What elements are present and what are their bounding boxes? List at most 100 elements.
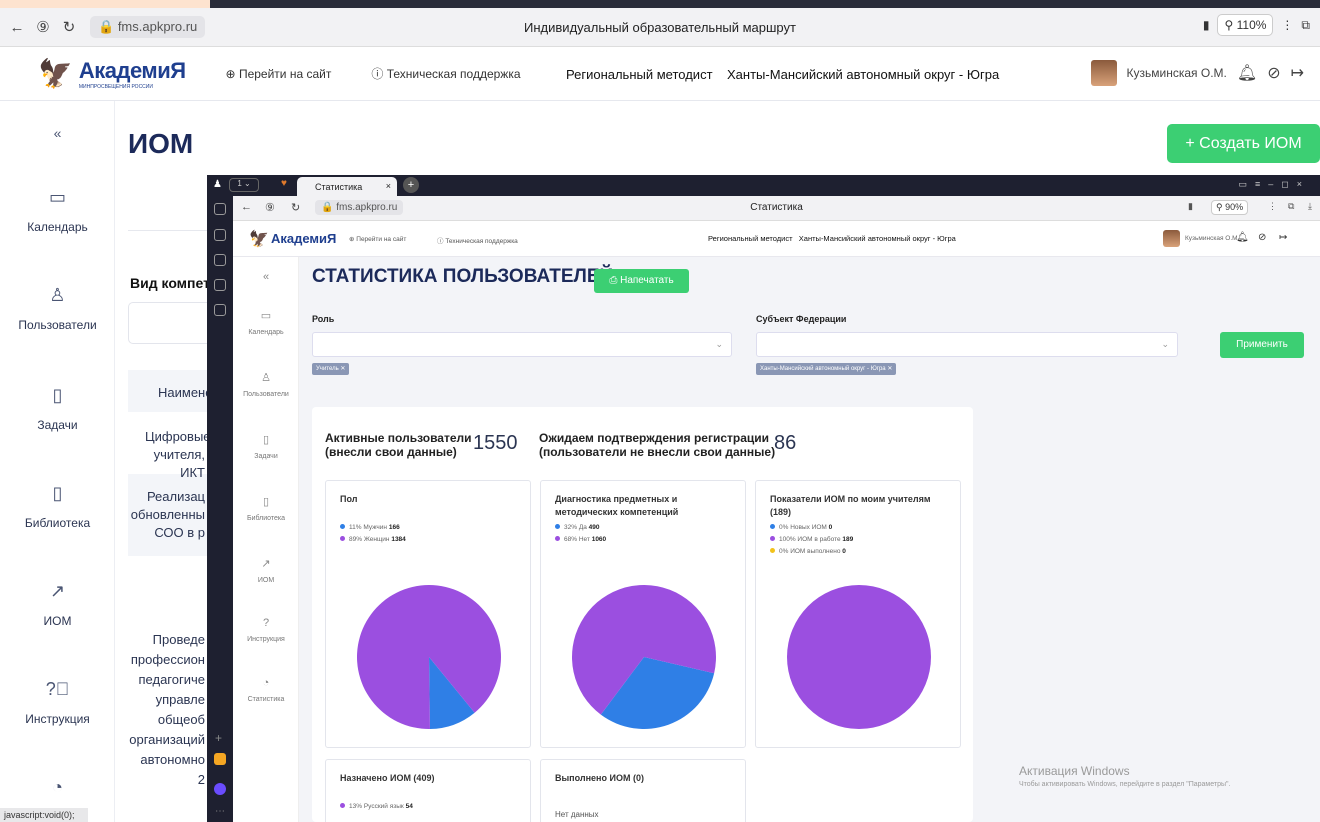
sidebar-item-calendar[interactable]: ▭ Календарь xyxy=(0,187,115,234)
competence-type-label: Вид компет xyxy=(130,275,210,291)
app-icon[interactable] xyxy=(214,753,226,765)
sidebar-item-calendar[interactable]: ▭ Календарь xyxy=(233,309,299,336)
inner-window-title: Статистика xyxy=(750,202,803,213)
create-iom-button[interactable]: + Создать ИОМ xyxy=(1167,124,1320,163)
window-controls[interactable]: ▭≡–◻× xyxy=(1239,179,1311,190)
alice-icon[interactable] xyxy=(214,783,226,795)
sidebar-item-iom[interactable]: ↗ ИОМ xyxy=(0,581,115,628)
pie-slice[interactable] xyxy=(357,585,501,729)
table-row[interactable]: Проведе профессион педагогиче управле об… xyxy=(120,630,205,790)
menu-icon[interactable]: ⋮ xyxy=(1281,18,1293,32)
add-icon[interactable]: + xyxy=(215,731,222,745)
sidebar-item-label: Задачи xyxy=(37,418,78,432)
collapse-icon: « xyxy=(262,271,270,283)
outer-url-text: fms.apkpro.ru xyxy=(117,19,198,34)
no-notify-icon[interactable]: ⊘ xyxy=(1267,63,1280,83)
user-name[interactable]: Кузьминская О.М. xyxy=(1127,66,1227,80)
sidebar-item-stats[interactable]: ◔ Статистика xyxy=(233,677,299,703)
extensions-icon[interactable]: ⧉ xyxy=(1301,18,1310,33)
sidebar-item-stats[interactable]: ◔ xyxy=(0,777,115,810)
reload-icon[interactable]: ↻ xyxy=(56,18,82,36)
chart-title: Диагностика предметных и методических ко… xyxy=(555,494,679,517)
back-icon[interactable]: ← xyxy=(4,19,30,36)
new-tab-button[interactable]: + xyxy=(403,177,419,193)
sidebar-collapse[interactable]: « xyxy=(233,271,299,290)
collections-icon[interactable] xyxy=(214,229,226,241)
go-to-site-link[interactable]: ⊕ Перейти на сайт xyxy=(349,235,406,243)
sidebar-item-iom[interactable]: ↗ ИОМ xyxy=(233,557,299,584)
tab-icon[interactable] xyxy=(214,279,226,291)
pie-slice[interactable] xyxy=(787,585,931,729)
screen-icon[interactable] xyxy=(214,304,226,316)
zoom-indicator[interactable]: ⚲ 110% xyxy=(1217,14,1274,36)
role-select[interactable]: ⌄ xyxy=(312,332,732,357)
sidebar-item-library[interactable]: ▯ Библиотека xyxy=(0,483,115,530)
clipboard-icon: ▯ xyxy=(52,385,63,405)
header-role-region: Региональный методист Ханты-Мансийский а… xyxy=(708,234,956,243)
close-icon[interactable]: × xyxy=(386,181,391,191)
profile-icon[interactable]: ♟ xyxy=(213,179,222,190)
support-link[interactable]: ⓘ Техническая поддержка xyxy=(371,65,520,82)
logout-icon[interactable]: ↦ xyxy=(1279,232,1287,243)
sidebar-collapse[interactable]: « xyxy=(0,125,115,153)
user-name[interactable]: Кузьминская О.М. xyxy=(1185,235,1239,242)
activation-hint: Чтобы активировать Windows, перейдите в … xyxy=(1019,781,1231,788)
cell-text: управле xyxy=(155,692,205,707)
inner-tab-bar: ♟ 1 ⌄ ♥ Статистика × + ▭≡–◻× xyxy=(207,175,1320,196)
sidebar-item-users[interactable]: ♙ Пользователи xyxy=(0,285,115,332)
activation-title: Активация Windows xyxy=(1019,764,1130,778)
go-to-site-link[interactable]: ⊕ Перейти на сайт xyxy=(226,67,332,81)
table-row[interactable]: Цифровые учителя, ИКТ xyxy=(145,428,211,482)
sidebar-item-tasks[interactable]: ▯ Задачи xyxy=(233,433,299,460)
bell-icon[interactable]: 🔔︎ xyxy=(1237,63,1257,83)
zoom-indicator[interactable]: ⚲ 90% xyxy=(1211,200,1249,215)
avatar[interactable] xyxy=(1090,60,1117,86)
play-icon[interactable] xyxy=(214,254,226,266)
region-select[interactable]: ⌄ xyxy=(756,332,1178,357)
more-icon[interactable]: ⋯ xyxy=(215,806,225,817)
role-chip[interactable]: Учитель ✕ xyxy=(312,363,350,375)
outer-site-header: 🦅 АкадемиЯ МИНПРОСВЕЩЕНИЯ РОССИИ ⊕ Перейт… xyxy=(0,47,1320,101)
sidebar-item-instruction[interactable]: ? Инструкция xyxy=(233,617,299,643)
competence-select[interactable] xyxy=(128,302,208,344)
tab-statistics[interactable]: Статистика × xyxy=(297,177,397,196)
sidebar-item-instruction[interactable]: ?⃝ Инструкция xyxy=(0,679,115,726)
legend-dot xyxy=(340,536,345,541)
tab-counter[interactable]: 1 ⌄ xyxy=(229,178,259,192)
extensions-icon[interactable]: ⧉ xyxy=(1288,201,1294,212)
legend-dot xyxy=(770,548,775,553)
no-notify-icon[interactable]: ⊘ xyxy=(1258,232,1266,243)
chart-card-iom-indicators: Показатели ИОМ по моим учителям (189) 0%… xyxy=(755,480,961,748)
sidebar-item-tasks[interactable]: ▯ Задачи xyxy=(0,385,115,432)
legend-value: 54 xyxy=(405,803,413,810)
site-logo[interactable]: 🦅 АкадемиЯ МИНПРОСВЕЩЕНИЯ РОССИИ xyxy=(38,57,186,90)
user-region: Ханты-Мансийский автономный округ - Югра xyxy=(798,234,956,243)
logout-icon[interactable]: ↦ xyxy=(1291,63,1304,83)
sidebar-item-library[interactable]: ▯ Библиотека xyxy=(233,495,299,522)
region-chip[interactable]: Ханты-Мансийский автономный округ - Югра… xyxy=(756,363,897,375)
windows-activation-watermark: Активация Windows Чтобы активировать Win… xyxy=(1019,764,1230,788)
avatar[interactable] xyxy=(1163,230,1180,247)
sidebar-item-users[interactable]: ♙ Пользователи xyxy=(233,371,299,398)
outer-url-bar[interactable]: 🔒 fms.apkpro.ru xyxy=(90,16,206,38)
apply-button[interactable]: Применить xyxy=(1220,332,1304,358)
cell-text: учителя, ИКТ xyxy=(153,447,205,480)
cell-text: Реализац xyxy=(146,489,205,504)
support-link[interactable]: ⓘ Техническая поддержка xyxy=(437,235,518,245)
menu-icon[interactable]: ⋮ xyxy=(1268,201,1277,212)
pinned-tab-icon[interactable]: ♥ xyxy=(281,178,287,189)
active-users-label: Активные пользователи (внесли свои данные… xyxy=(325,431,472,459)
table-row[interactable]: Реализац обновленны СОО в р xyxy=(120,488,205,542)
close-icon[interactable]: ✕ xyxy=(340,366,345,372)
print-button[interactable]: ⎙ Напечатать xyxy=(594,269,689,293)
download-icon[interactable]: ⤓ xyxy=(1308,201,1312,212)
bell-icon[interactable]: 🔔︎ xyxy=(1236,232,1249,243)
close-icon[interactable]: ✕ xyxy=(887,366,892,372)
history-icon[interactable] xyxy=(214,203,226,215)
bookmark-icon[interactable]: ▮ xyxy=(1203,18,1210,32)
yandex-icon[interactable]: ⑨ xyxy=(30,18,56,36)
zoom-text: 90% xyxy=(1225,202,1244,212)
clock-icon: ◔ xyxy=(262,677,270,689)
bookmark-icon[interactable]: ▮ xyxy=(1188,201,1193,212)
logo-text[interactable]: АкадемиЯ xyxy=(271,231,336,246)
